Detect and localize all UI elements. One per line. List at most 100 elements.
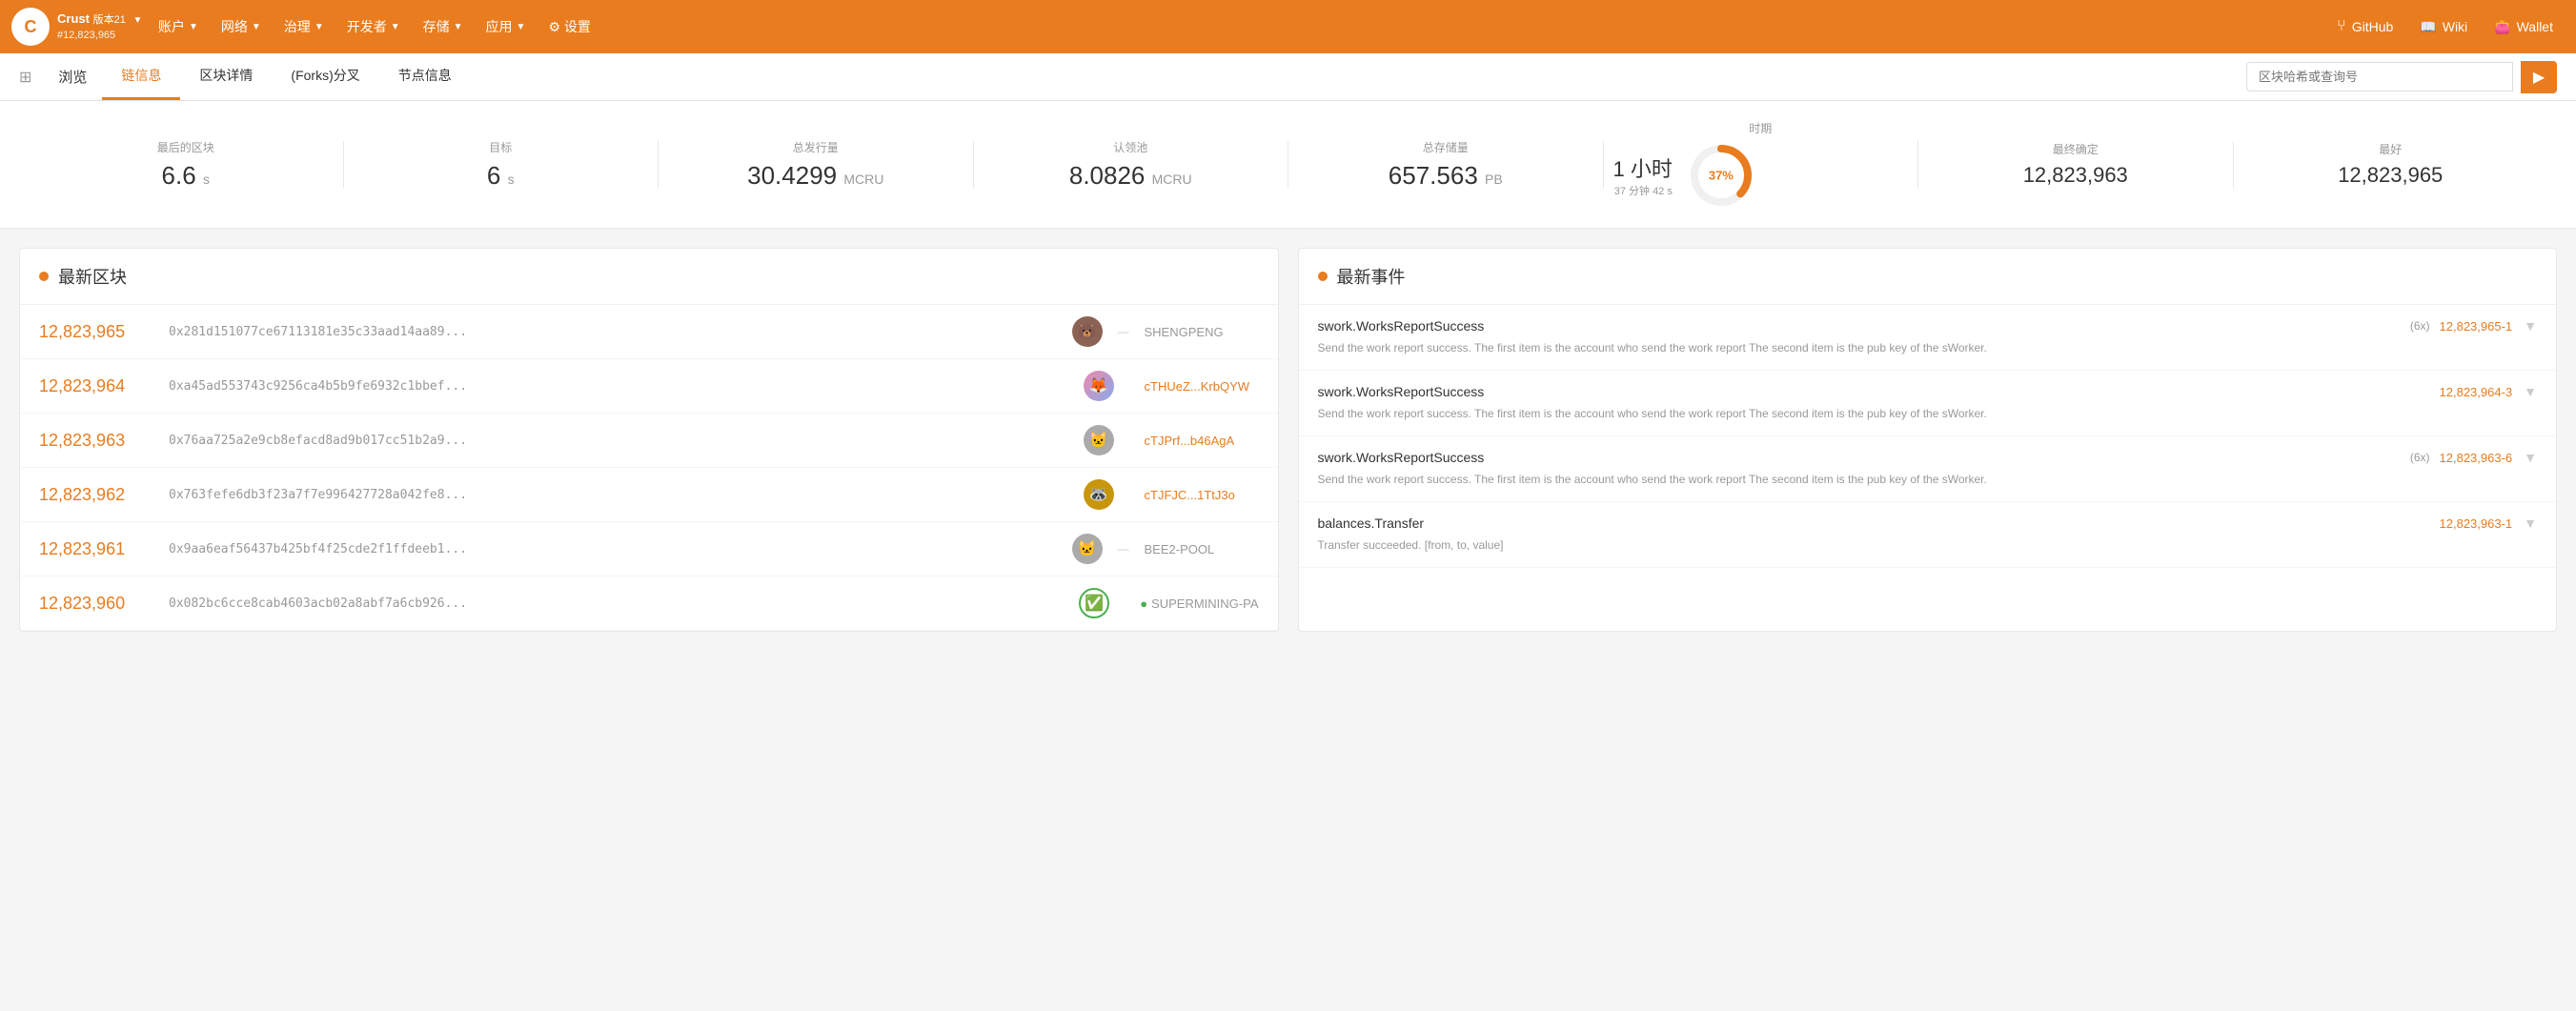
wiki-link[interactable]: 📖 Wiki [2408,11,2479,43]
tab-block-detail[interactable]: 区块详情 [180,53,272,100]
stat-period: 时期 1 小时 37 分钟 42 s 37% [1613,120,1909,209]
block-hash: 0x9aa6eaf56437b425bf4f25cde2f1ffdeeb1... [169,542,1057,556]
nav-settings[interactable]: ⚙ 设置 [538,10,599,44]
event-count: (6x) [2410,319,2430,333]
chevron-down-icon: ▼ [454,22,463,32]
panel-dot-icon [39,272,49,281]
event-header: swork.WorksReportSuccess (6x) 12,823,963… [1318,450,2538,465]
events-panel: 最新事件 swork.WorksReportSuccess (6x) 12,82… [1298,248,2558,632]
wallet-icon: 👛 [2494,19,2510,35]
github-icon: ⑂ [2337,18,2346,35]
chevron-down-icon: ▼ [517,22,526,32]
nav-governance[interactable]: 治理 ▼ [274,10,334,44]
chevron-down-icon[interactable]: ▼ [2524,450,2537,465]
validator-link[interactable]: cTJPrf...b46AgA [1145,434,1235,448]
block-number-link[interactable]: 12,823,965 [39,322,153,342]
validator-link[interactable]: cTHUeZ...KrbQYW [1145,379,1250,394]
nav-apps[interactable]: 应用 ▼ [477,10,536,44]
block-number-link[interactable]: 12,823,962 [39,485,153,505]
avatar: 🐱 [1084,425,1114,455]
table-row: 12,823,962 0x763fefe6db3f23a7f7e99642772… [20,468,1278,522]
tab-browse[interactable]: 浏览 [43,53,102,100]
arrow-icon: — [1118,542,1129,556]
list-item: swork.WorksReportSuccess (6x) 12,823,965… [1299,305,2557,371]
chevron-down-icon[interactable]: ▼ [2524,318,2537,334]
block-number-link[interactable]: 12,823,963 [39,431,153,451]
nav-network[interactable]: 网络 ▼ [212,10,271,44]
event-description: Send the work report success. The first … [1318,405,2538,422]
event-ref-link[interactable]: 12,823,964-3 [2440,385,2513,399]
block-number-link[interactable]: 12,823,961 [39,539,153,559]
tabs-bar: ⊞ 浏览 链信息 区块详情 (Forks)分叉 节点信息 ▶ [0,53,2576,101]
event-description: Send the work report success. The first … [1318,339,2538,356]
event-ref-link[interactable]: 12,823,965-1 [2440,319,2513,334]
nav-account[interactable]: 账户 ▼ [149,10,208,44]
event-ref-link[interactable]: 12,823,963-6 [2440,451,2513,465]
validator-info: cTJPrf...b46AgA [1145,434,1259,448]
main-content: 最新区块 12,823,965 0x281d151077ce67113181e3… [0,229,2576,651]
avatar: 🦝 [1084,479,1114,510]
event-header: swork.WorksReportSuccess 12,823,964-3 ▼ [1318,384,2538,399]
github-link[interactable]: ⑂ GitHub [2325,10,2404,43]
stat-last-block: 最后的区块 6.6 s [38,139,334,191]
block-number-link[interactable]: 12,823,960 [39,594,153,614]
validator-name: BEE2-POOL [1145,542,1215,556]
events-panel-header: 最新事件 [1299,249,2557,305]
avatar: 🐱 [1072,534,1103,564]
tab-node-info[interactable]: 节点信息 [379,53,471,100]
block-hash: 0x763fefe6db3f23a7f7e996427728a042fe8... [169,488,1068,502]
table-row: 12,823,960 0x082bc6cce8cab4603acb02a8abf… [20,576,1278,631]
wallet-link[interactable]: 👛 Wallet [2483,11,2565,43]
event-count: (6x) [2410,451,2430,464]
logo-text: Crust 版本21 ▼ #12,823,965 [57,10,142,43]
avatar: ✅ [1079,588,1109,618]
tab-chain-info[interactable]: 链信息 [102,53,180,100]
nav-developer[interactable]: 开发者 ▼ [337,10,410,44]
chevron-down-icon: ▼ [391,22,400,32]
arrow-icon: — [1118,325,1129,338]
table-row: 12,823,965 0x281d151077ce67113181e35c33a… [20,305,1278,359]
event-ref-link[interactable]: 12,823,963-1 [2440,516,2513,531]
grid-icon[interactable]: ⊞ [19,68,31,87]
app-name: Crust 版本21 ▼ [57,10,142,28]
search-input[interactable] [2246,62,2513,91]
tab-forks[interactable]: (Forks)分叉 [272,53,378,100]
block-hash: 0x76aa725a2e9cb8efacd8ad9b017cc51b2a9... [169,434,1068,448]
table-row: 12,823,961 0x9aa6eaf56437b425bf4f25cde2f… [20,522,1278,576]
event-name: balances.Transfer [1318,516,1425,531]
stat-total-supply: 总发行量 30.4299 MCRU [668,139,963,191]
block-hash: 0xa45ad553743c9256ca4b5b9fe6932c1bbef... [169,379,1068,394]
list-item: balances.Transfer 12,823,963-1 ▼ Transfe… [1299,502,2557,568]
table-row: 12,823,963 0x76aa725a2e9cb8efacd8ad9b017… [20,414,1278,468]
chevron-down-icon[interactable]: ▼ [2524,516,2537,531]
top-navigation: C Crust 版本21 ▼ #12,823,965 账户 ▼ 网络 ▼ 治理 … [0,0,2576,53]
stats-bar: 最后的区块 6.6 s 目标 6 s 总发行量 30.4299 MCRU 认领池… [0,101,2576,229]
validator-name: ●SUPERMINING-PA [1140,596,1258,611]
list-item: swork.WorksReportSuccess 12,823,964-3 ▼ … [1299,371,2557,436]
block-number-link[interactable]: 12,823,964 [39,376,153,396]
event-header: balances.Transfer 12,823,963-1 ▼ [1318,516,2538,531]
chevron-down-icon: ▼ [252,22,261,32]
logo-area[interactable]: C Crust 版本21 ▼ #12,823,965 [11,8,145,46]
block-hash: 0x082bc6cce8cab4603acb02a8abf7a6cb926... [169,596,1064,611]
book-icon: 📖 [2420,19,2436,35]
search-button[interactable]: ▶ [2521,61,2557,93]
nav-storage[interactable]: 存储 ▼ [414,10,473,44]
chevron-down-icon[interactable]: ▼ [2524,384,2537,399]
validator-link[interactable]: cTJFJC...1TtJ3o [1145,488,1235,502]
blocks-list: 12,823,965 0x281d151077ce67113181e35c33a… [20,305,1278,631]
event-name: swork.WorksReportSuccess [1318,318,1485,334]
search-area: ▶ [2246,61,2557,93]
donut-percent: 37% [1709,169,1734,183]
block-hash: 0x281d151077ce67113181e35c33aad14aa89... [169,325,1057,339]
logo-icon: C [11,8,50,46]
event-description: Send the work report success. The first … [1318,471,2538,488]
stat-claim-pool: 认领池 8.0826 MCRU [984,139,1279,191]
list-item: swork.WorksReportSuccess (6x) 12,823,963… [1299,436,2557,502]
avatar: 🦊 [1084,371,1114,401]
panel-dot-icon [1318,272,1328,281]
validator-info: cTHUeZ...KrbQYW [1145,379,1259,394]
stat-total-storage: 总存储量 657.563 PB [1298,139,1593,191]
chevron-down-icon: ▼ [314,22,324,32]
events-list: swork.WorksReportSuccess (6x) 12,823,965… [1299,305,2557,568]
